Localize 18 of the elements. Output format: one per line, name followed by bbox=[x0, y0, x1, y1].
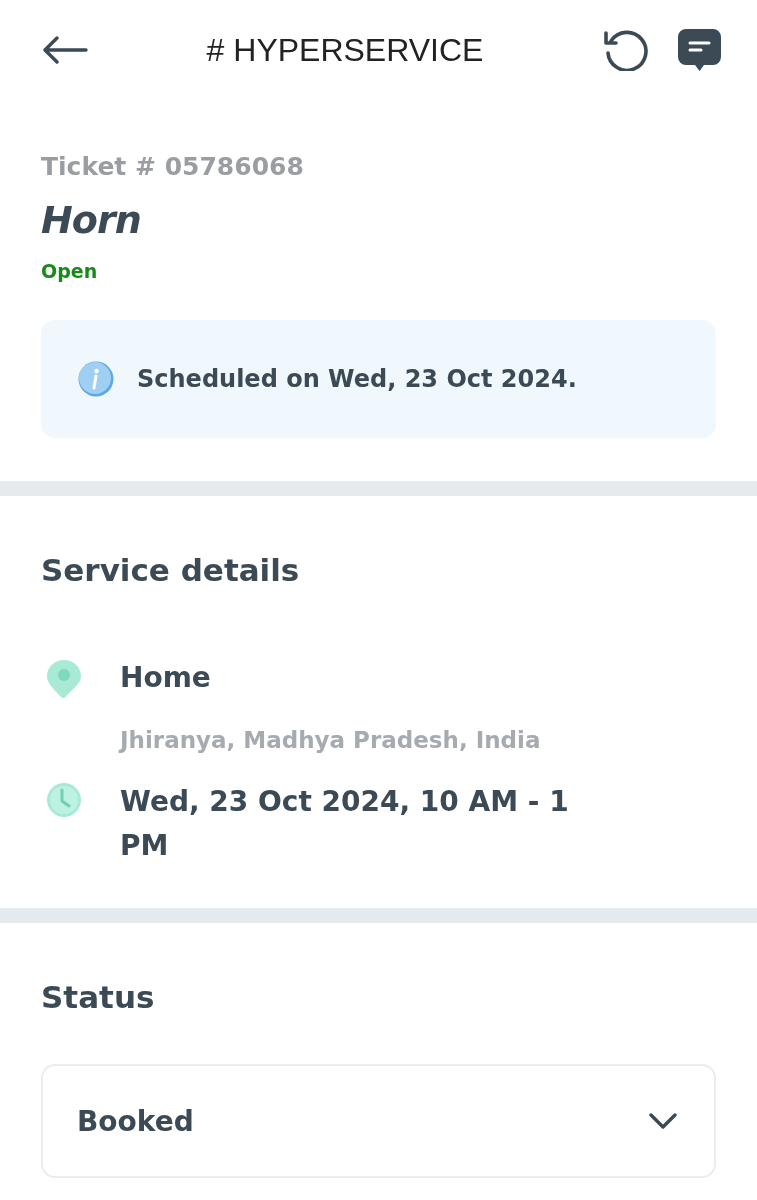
section-heading: Status bbox=[41, 978, 155, 1017]
status-dropdown[interactable]: Booked bbox=[41, 1064, 716, 1178]
ticket-title: Horn bbox=[41, 197, 141, 244]
location-address: Jhiranya, Madhya Pradesh, India bbox=[120, 726, 541, 755]
app-title: # HYPERSERVICE bbox=[205, 31, 485, 69]
clock-icon bbox=[46, 782, 82, 818]
schedule-time: Wed, 23 Oct 2024, 10 AM - 1 PM bbox=[120, 784, 570, 864]
info-icon bbox=[78, 361, 114, 397]
chevron-down-icon bbox=[649, 1113, 677, 1129]
back-arrow-icon[interactable] bbox=[42, 36, 88, 64]
location-name: Home bbox=[120, 660, 211, 696]
location-pin-icon bbox=[46, 659, 82, 699]
section-heading: Service details bbox=[41, 551, 300, 590]
chat-icon[interactable] bbox=[677, 28, 722, 72]
ticket-number: Ticket # 05786068 bbox=[41, 151, 304, 183]
refresh-icon[interactable] bbox=[602, 29, 648, 71]
ticket-status: Open bbox=[41, 259, 98, 284]
notice-text: Scheduled on Wed, 23 Oct 2024. bbox=[137, 365, 577, 393]
